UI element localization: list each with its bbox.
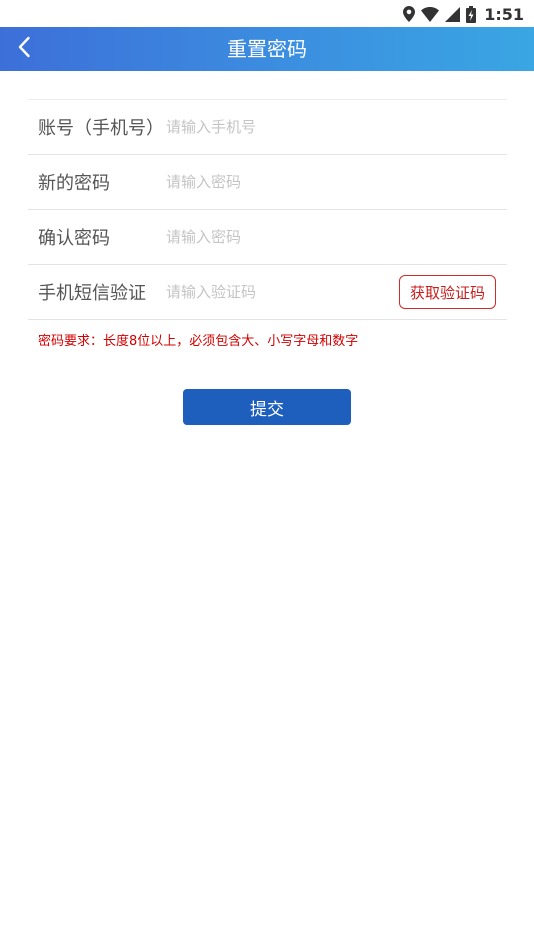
confirm-password-input[interactable] <box>166 223 386 251</box>
location-icon <box>403 6 416 22</box>
confirm-password-label: 确认密码 <box>38 228 110 249</box>
submit-button[interactable]: 提交 <box>183 389 351 425</box>
back-button[interactable] <box>6 31 42 67</box>
sms-code-input[interactable] <box>166 278 386 306</box>
get-code-button[interactable]: 获取验证码 <box>399 275 496 309</box>
signal-icon <box>445 6 461 22</box>
account-label: 账号（手机号） <box>38 118 164 139</box>
title-bar: 重置密码 <box>0 27 534 71</box>
wifi-icon <box>421 6 440 22</box>
new-password-row: 新的密码 <box>28 155 507 210</box>
chevron-left-icon <box>17 36 31 62</box>
page-title: 重置密码 <box>227 37 307 61</box>
sms-code-label: 手机短信验证 <box>38 283 146 304</box>
status-bar: 1:51 <box>0 0 534 27</box>
status-icons: 1:51 <box>403 3 524 25</box>
reset-password-form: 账号（手机号） 新的密码 确认密码 手机短信验证 获取验证码 <box>28 99 507 320</box>
status-time: 1:51 <box>484 4 524 24</box>
new-password-input[interactable] <box>166 168 386 196</box>
battery-charging-icon <box>466 5 477 23</box>
new-password-label: 新的密码 <box>38 173 110 194</box>
password-requirement-hint: 密码要求：长度8位以上，必须包含大、小写字母和数字 <box>38 334 359 349</box>
account-row: 账号（手机号） <box>28 100 507 155</box>
sms-code-row: 手机短信验证 获取验证码 <box>28 265 507 320</box>
confirm-password-row: 确认密码 <box>28 210 507 265</box>
phone-input[interactable] <box>166 113 386 141</box>
